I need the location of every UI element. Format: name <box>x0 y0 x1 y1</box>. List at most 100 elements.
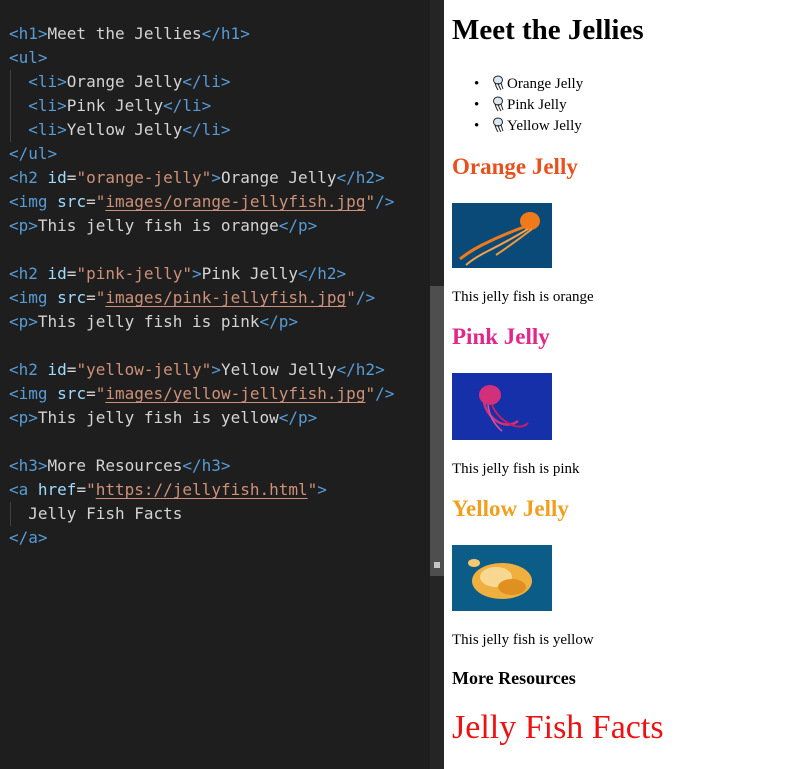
code-token: </p> <box>259 312 298 331</box>
jelly-fish-facts-link[interactable]: Jelly Fish Facts <box>452 709 664 747</box>
bullet-dot: • <box>474 118 480 134</box>
code-line[interactable]: <p>This jelly fish is yellow</p> <box>9 406 394 430</box>
orange-jellyfish-image <box>452 203 552 268</box>
code-token: <h3> <box>9 456 48 475</box>
page-title: Meet the Jellies <box>452 14 644 46</box>
code-token: <img <box>9 384 58 403</box>
code-line[interactable]: <h3>More Resources</h3> <box>9 454 394 478</box>
code-line[interactable]: <h1>Meet the Jellies</h1> <box>9 22 394 46</box>
code-token: <h1> <box>9 24 48 43</box>
code-token: </li> <box>182 72 231 91</box>
code-token: href <box>37 480 77 499</box>
orange-jelly-heading: Orange Jelly <box>452 154 578 179</box>
code-token: " <box>307 480 318 499</box>
more-resources-heading: More Resources <box>452 668 576 688</box>
code-line[interactable]: <li>Orange Jelly</li> <box>9 70 394 94</box>
code-line[interactable]: <a href="https://jellyfish.html"> <box>9 478 394 502</box>
pink-caption: This jelly fish is pink <box>452 461 580 477</box>
code-token: /> <box>375 384 395 403</box>
scrollbar-cursor-marker <box>434 562 440 568</box>
code-token: <li> <box>28 72 67 91</box>
code-token: = <box>86 288 96 307</box>
code-token: images/orange-jellyfish.jpg <box>105 192 366 211</box>
code-line[interactable] <box>9 238 394 262</box>
code-editor[interactable]: <h1>Meet the Jellies</h1> <ul> <li>Orange… <box>0 0 430 769</box>
code-token: <p> <box>9 408 38 427</box>
code-line[interactable] <box>9 430 394 454</box>
code-token: <li> <box>28 120 67 139</box>
code-token: = <box>86 192 96 211</box>
list-item-label: Pink Jelly <box>507 97 567 113</box>
code-token: " <box>346 288 356 307</box>
code-line[interactable]: <li>Yellow Jelly</li> <box>9 118 394 142</box>
code-token: " <box>95 192 106 211</box>
jelly-list: • Orange Jelly • Pink Jelly • Yellow Jel… <box>452 74 583 137</box>
code-token: > <box>192 264 202 283</box>
list-item-label: Yellow Jelly <box>507 118 582 134</box>
code-token: </p> <box>278 216 318 235</box>
code-token: = <box>66 360 77 379</box>
bullet-dot: • <box>474 97 480 113</box>
code-line[interactable]: <img src="images/orange-jellyfish.jpg"/> <box>9 190 394 214</box>
code-token: This jelly fish is yellow <box>37 408 279 427</box>
code-token: Orange Jelly <box>66 72 183 91</box>
list-item: • Orange Jelly <box>452 74 583 95</box>
editor-scrollbar-thumb[interactable] <box>430 286 444 576</box>
code-token: <h2 <box>9 264 48 283</box>
code-line[interactable]: <h2 id="yellow-jelly">Yellow Jelly</h2> <box>9 358 394 382</box>
pink-jelly-heading: Pink Jelly <box>452 324 550 349</box>
code-line[interactable]: <img src="images/yellow-jellyfish.jpg"/> <box>9 382 394 406</box>
code-token: <h2 <box>9 168 48 187</box>
code-token: <ul> <box>9 48 48 67</box>
code-token: " <box>86 480 96 499</box>
code-token: "yellow-jelly" <box>76 360 212 379</box>
code-token: /> <box>355 288 376 307</box>
code-token: " <box>95 384 106 403</box>
code-token: id <box>47 168 67 187</box>
code-line[interactable]: </ul> <box>9 142 394 166</box>
code-token: = <box>86 384 96 403</box>
code-lines[interactable]: <h1>Meet the Jellies</h1> <ul> <li>Orange… <box>9 22 394 550</box>
code-token: = <box>66 168 77 187</box>
yellow-caption: This jelly fish is yellow <box>452 632 594 648</box>
code-line[interactable]: </a> <box>9 526 394 550</box>
code-token: " <box>365 192 376 211</box>
code-token: " <box>365 384 376 403</box>
list-item: • Pink Jelly <box>452 95 583 116</box>
code-line[interactable]: <h2 id="orange-jelly">Orange Jelly</h2> <box>9 166 394 190</box>
list-item: • Yellow Jelly <box>452 116 583 137</box>
code-token: src <box>57 288 87 307</box>
code-token: </a> <box>9 528 48 547</box>
code-token: src <box>57 192 87 211</box>
code-token: </li> <box>182 120 231 139</box>
code-token: Meet the Jellies <box>47 24 202 43</box>
code-token: </ul> <box>9 144 58 163</box>
code-line[interactable]: <p>This jelly fish is pink</p> <box>9 310 394 334</box>
code-token: " <box>95 288 106 307</box>
code-token: </h2> <box>336 168 385 187</box>
code-token: More Resources <box>47 456 183 475</box>
code-token: src <box>57 384 87 403</box>
code-token: "orange-jelly" <box>76 168 212 187</box>
code-token: id <box>47 264 67 283</box>
code-token: > <box>211 360 221 379</box>
code-token: <li> <box>28 96 67 115</box>
code-line[interactable]: <p>This jelly fish is orange</p> <box>9 214 394 238</box>
code-line[interactable] <box>9 334 394 358</box>
pink-jellyfish-image <box>452 373 552 440</box>
code-line[interactable]: <h2 id="pink-jelly">Pink Jelly</h2> <box>9 262 394 286</box>
code-token: images/pink-jellyfish.jpg <box>105 288 347 307</box>
code-line[interactable]: <ul> <box>9 46 394 70</box>
code-line[interactable]: <img src="images/pink-jellyfish.jpg"/> <box>9 286 394 310</box>
code-token: https://jellyfish.html <box>95 480 308 499</box>
code-token: > <box>317 480 327 499</box>
code-token: Pink Jelly <box>66 96 164 115</box>
code-token: Yellow Jelly <box>220 360 337 379</box>
code-token: <p> <box>9 216 38 235</box>
code-line[interactable]: <li>Pink Jelly</li> <box>9 94 394 118</box>
code-line[interactable]: Jelly Fish Facts <box>9 502 394 526</box>
yellow-jellyfish-image <box>452 545 552 611</box>
